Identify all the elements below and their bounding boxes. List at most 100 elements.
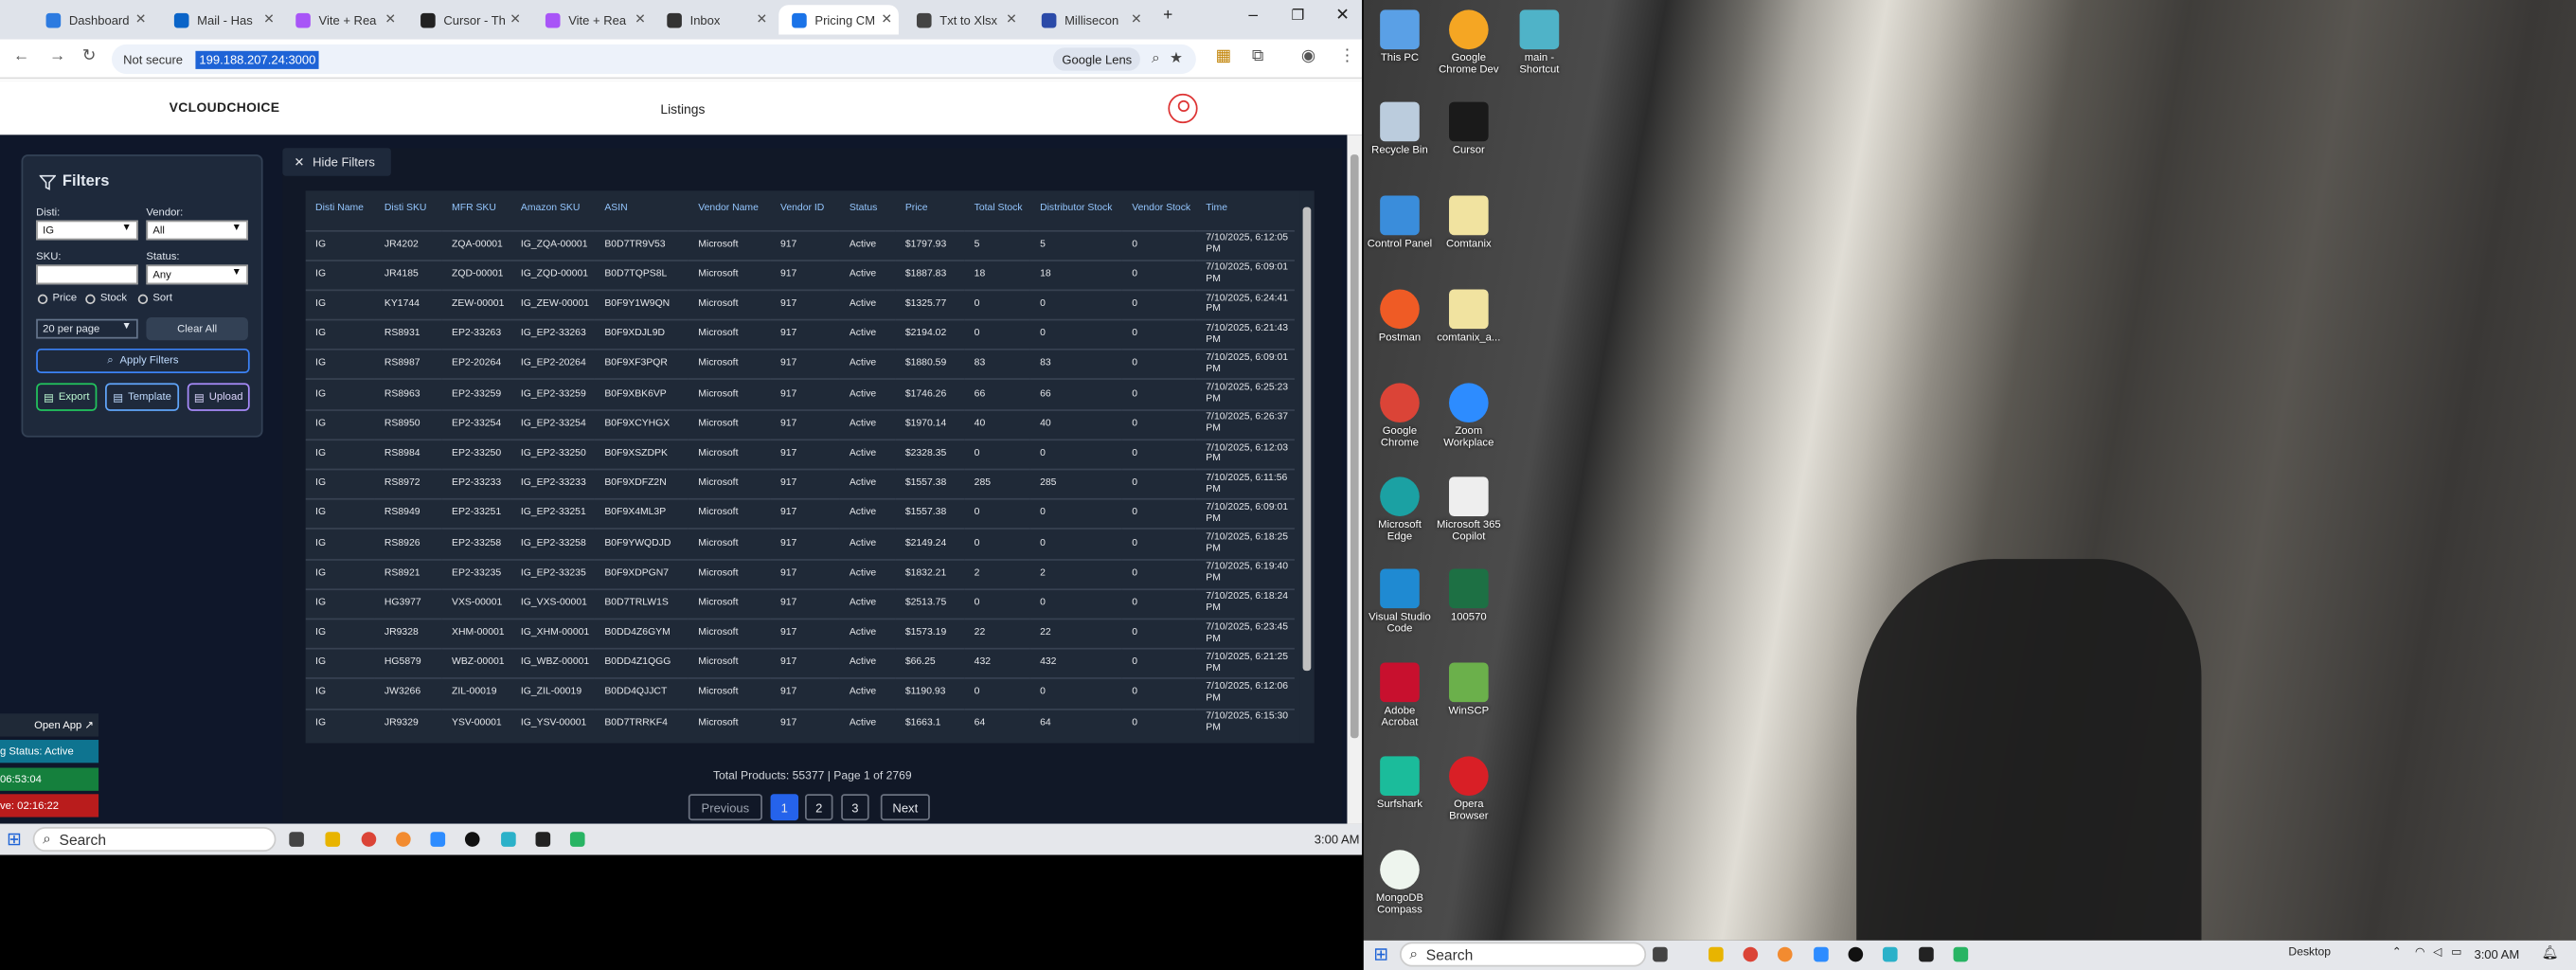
google-lens-chip[interactable]: Google Lens xyxy=(1053,47,1140,71)
taskbar-clock[interactable]: 3:00 AM xyxy=(1315,832,1360,847)
reload-icon[interactable]: ↻ xyxy=(82,47,97,65)
tray-chevron-icon[interactable]: ⌃ xyxy=(2392,945,2402,959)
desktop-postman[interactable]: Postman xyxy=(1367,289,1432,344)
bookmark-star-icon[interactable]: ★ xyxy=(1170,49,1183,67)
desktop-opera[interactable]: Opera Browser xyxy=(1436,756,1501,822)
column-header[interactable]: Distributor Stock xyxy=(1030,190,1122,230)
windows-start-icon[interactable]: ⊞ xyxy=(1373,943,1388,965)
desktop-m365-copilot[interactable]: Microsoft 365 Copilot xyxy=(1436,476,1501,543)
chrome-icon[interactable] xyxy=(361,832,377,847)
template-button[interactable]: ▤ Template xyxy=(105,383,180,411)
desktop-recycle-bin[interactable]: Recycle Bin xyxy=(1367,101,1432,157)
desktop-surfshark[interactable]: Surfshark xyxy=(1367,756,1432,811)
surfshark-icon[interactable] xyxy=(1953,946,1969,962)
export-button[interactable]: ▤ Export xyxy=(36,383,98,411)
app-icon[interactable] xyxy=(501,832,516,847)
apply-filters-button[interactable]: ⌕ Apply Filters xyxy=(36,348,250,373)
new-tab-icon[interactable]: + xyxy=(1163,7,1172,25)
table-row[interactable]: IG RS8949 EP2-33251 IG_EP2-33251 B0F9X4ML3P M… xyxy=(305,498,1295,530)
table-row[interactable]: IG RS8921 EP2-33235 IG_EP2-33235 B0F9XDPGN7 M… xyxy=(305,558,1295,589)
table-row[interactable]: IG RS8926 EP2-33258 IG_EP2-33258 B0F9YWQDJD M… xyxy=(305,528,1295,560)
page-3-button[interactable]: 3 xyxy=(841,794,869,821)
profile-icon[interactable]: ◉ xyxy=(1301,47,1315,65)
open-app-link[interactable]: Open App ↗ xyxy=(0,713,99,737)
desktop-microsoft-edge[interactable]: Microsoft Edge xyxy=(1367,476,1432,543)
chrome-dev-icon[interactable] xyxy=(1777,946,1793,962)
table-row[interactable]: IG JR9329 YSV-00001 IG_YSV-00001 B0D7TRRKF4 M… xyxy=(305,708,1295,739)
table-row[interactable]: IG JR4185 ZQD-00001 IG_ZQD-00001 B0D7TQPS8L M… xyxy=(305,259,1295,291)
upload-button[interactable]: ▤ Upload xyxy=(187,383,250,411)
close-window-icon[interactable]: ✕ xyxy=(1335,7,1350,25)
column-header[interactable]: Vendor Stock xyxy=(1122,190,1196,230)
column-header[interactable]: Price xyxy=(895,190,964,230)
table-row[interactable]: IG HG3977 VXS-00001 IG_VXS-00001 B0D7TRLW1S M… xyxy=(305,587,1295,620)
tab-vite-1[interactable]: Vite + Rea ✕ xyxy=(282,5,402,34)
table-row[interactable]: IG JR4202 ZQA-00001 IG_ZQA-00001 B0D7TR9V53 M… xyxy=(305,229,1295,260)
tab-pricing[interactable]: Pricing CM ✕ xyxy=(778,5,899,35)
windows-start-icon[interactable]: ⊞ xyxy=(7,829,22,850)
column-header[interactable]: Vendor Name xyxy=(689,190,771,230)
task-view-icon[interactable] xyxy=(1653,946,1668,962)
column-header[interactable]: Status xyxy=(839,190,895,230)
taskbar-clock-right[interactable]: 3:00 AM xyxy=(2474,947,2519,962)
taskbar-search[interactable]: ⌕ Search xyxy=(32,827,277,853)
file-explorer-icon[interactable] xyxy=(325,832,341,847)
desktop-chrome-dev[interactable]: Google Chrome Dev xyxy=(1436,9,1501,76)
column-header[interactable]: Time xyxy=(1196,190,1295,230)
disti-select[interactable]: IG ▼ xyxy=(36,220,138,241)
desktop-google-chrome[interactable]: Google Chrome xyxy=(1367,383,1432,449)
taskbar-search-right[interactable]: ⌕ Search xyxy=(1399,942,1647,967)
network-icon[interactable]: ◠ xyxy=(2415,945,2425,959)
next-page-button[interactable]: Next xyxy=(880,794,930,821)
clear-all-button[interactable]: Clear All xyxy=(146,316,248,341)
volume-icon[interactable]: ◁ xyxy=(2433,945,2442,959)
tab-dashboard[interactable]: Dashboard ✕ xyxy=(33,5,153,34)
cursor-icon[interactable] xyxy=(1919,946,1934,962)
menu-kebab-icon[interactable]: ⋮ xyxy=(1339,47,1355,65)
previous-page-button[interactable]: Previous xyxy=(688,794,762,821)
table-scrollbar[interactable] xyxy=(1299,190,1314,744)
sku-input[interactable] xyxy=(36,264,138,285)
table-row[interactable]: IG KY1744 ZEW-00001 IG_ZEW-00001 B0F9Y1W9QN M… xyxy=(305,289,1295,320)
sort-order-radio[interactable]: Sort xyxy=(137,293,172,304)
url-text[interactable]: 199.188.207.24:3000 xyxy=(195,49,319,69)
vendor-select[interactable]: All ▼ xyxy=(146,220,248,241)
desktop-adobe-acrobat[interactable]: Adobe Acrobat xyxy=(1367,662,1432,728)
chrome-icon[interactable] xyxy=(1743,946,1759,962)
address-bar[interactable]: Not secure 199.188.207.24:3000 Google Le… xyxy=(111,44,1196,75)
desktop-this-pc[interactable]: This PC xyxy=(1367,9,1432,64)
battery-icon[interactable]: ▭ xyxy=(2451,945,2461,959)
tab-mail[interactable]: Mail - Has ✕ xyxy=(161,5,281,34)
desktop-label[interactable]: Desktop xyxy=(2288,947,2331,959)
desktop-cursor[interactable]: Cursor xyxy=(1436,101,1501,157)
chrome-dev-icon[interactable] xyxy=(396,832,411,847)
minimize-icon[interactable]: – xyxy=(1248,7,1258,25)
github-icon[interactable] xyxy=(1848,946,1864,962)
zoom-app-icon[interactable] xyxy=(430,832,446,847)
nav-listings[interactable]: Listings xyxy=(660,102,705,117)
desktop-100570-xlsx[interactable]: 100570 xyxy=(1436,568,1501,624)
column-header[interactable]: ASIN xyxy=(595,190,689,230)
status-select[interactable]: Any ▼ xyxy=(146,264,248,285)
sort-price-radio[interactable]: Price xyxy=(37,293,77,304)
table-row[interactable]: IG RS8963 EP2-33259 IG_EP2-33259 B0F9XBK6VP M… xyxy=(305,378,1295,410)
page-2-button[interactable]: 2 xyxy=(805,794,833,821)
desktop-zoom-workplace[interactable]: Zoom Workplace xyxy=(1436,383,1501,449)
column-header[interactable]: Amazon SKU xyxy=(510,190,594,230)
task-view-icon[interactable] xyxy=(289,832,304,847)
tab-txt-to-xlsx[interactable]: Txt to Xlsx ✕ xyxy=(903,5,1024,34)
desktop-control-panel[interactable]: Control Panel xyxy=(1367,195,1432,251)
app-icon[interactable] xyxy=(1882,946,1898,962)
desktop-comtanix-a[interactable]: comtanix_a... xyxy=(1436,289,1501,344)
apps-grid-icon[interactable]: ▦ xyxy=(1216,47,1231,65)
cursor-icon[interactable] xyxy=(535,832,551,847)
restore-icon[interactable]: ❐ xyxy=(1291,7,1304,25)
back-icon[interactable]: ← xyxy=(13,47,29,65)
per-page-select[interactable]: 20 per page ▼ xyxy=(36,318,138,339)
forward-icon[interactable]: → xyxy=(49,47,65,65)
column-header[interactable]: MFR SKU xyxy=(442,190,511,230)
page-1-button[interactable]: 1 xyxy=(770,794,799,821)
user-account-icon[interactable] xyxy=(1168,93,1198,124)
table-row[interactable]: IG RS8950 EP2-33254 IG_EP2-33254 B0F9XCYHGX M… xyxy=(305,408,1295,440)
zoom-app-icon[interactable] xyxy=(1814,946,1829,962)
